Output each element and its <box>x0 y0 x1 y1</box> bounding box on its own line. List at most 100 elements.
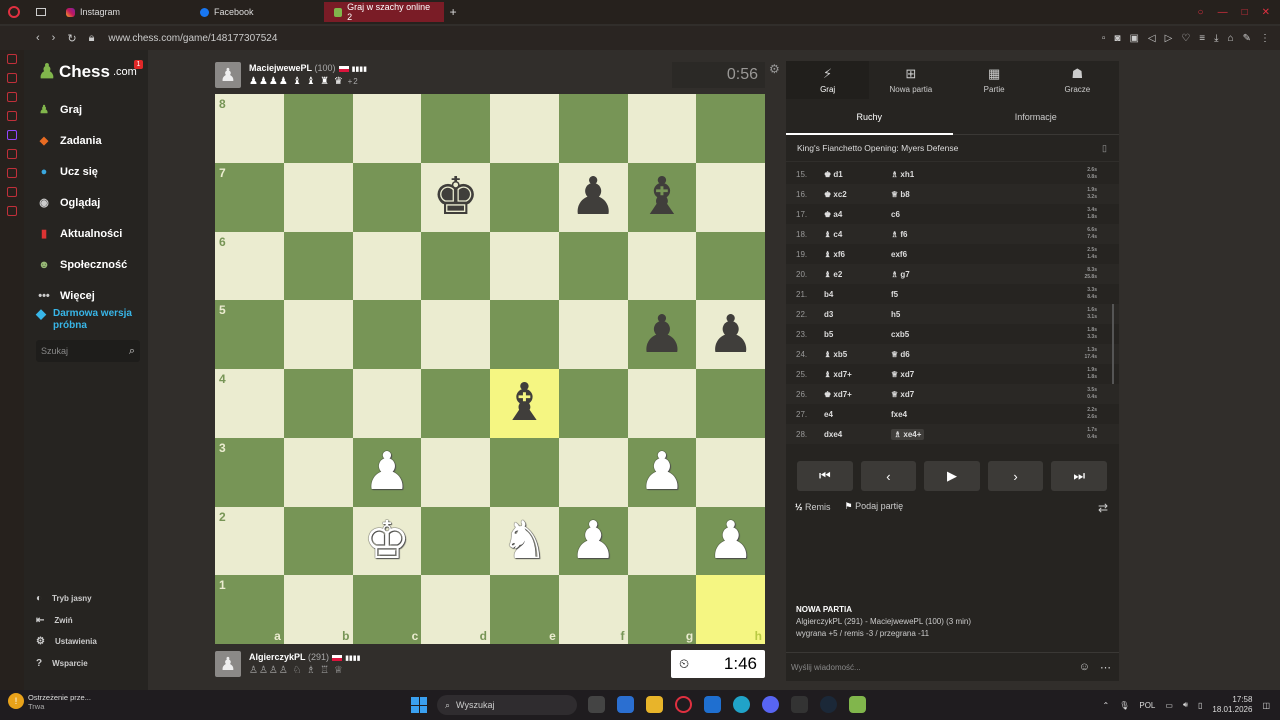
square-g6[interactable] <box>627 231 697 301</box>
square-f2[interactable]: ♟ <box>558 506 628 576</box>
language-indicator[interactable]: POL <box>1139 701 1155 710</box>
square-a2[interactable]: 2 <box>215 506 284 576</box>
square-f3[interactable] <box>558 437 628 507</box>
square-a4[interactable]: 4 <box>215 369 284 438</box>
white-move[interactable]: ♝ xf6 <box>824 250 891 259</box>
opera-icon[interactable] <box>8 6 20 18</box>
white-king-icon[interactable]: ♚ <box>364 515 411 567</box>
square-d3[interactable] <box>421 437 490 507</box>
black-bishop-icon[interactable]: ♝ <box>501 377 548 429</box>
square-e1[interactable]: e <box>490 575 559 644</box>
chess-board[interactable]: 8 7 ♚ ♟ ♝ 6 5 ♟ ♟ 4 ♝ 3 ♟ ♟ 2 ♚ ♞ ♟ ♟ 1 a b c d e f g h <box>215 94 765 644</box>
white-move[interactable]: ♝ e2 <box>824 270 891 279</box>
download-icon[interactable]: ⤓ <box>1214 33 1218 44</box>
white-move[interactable]: ♚ xd7+ <box>824 390 891 399</box>
tab-facebook[interactable]: Facebook <box>190 2 264 22</box>
white-move[interactable]: b4 <box>824 290 891 299</box>
square-h2[interactable]: ♟ <box>696 506 765 576</box>
tab-informacje[interactable]: Informacje <box>953 99 1120 134</box>
square-f4[interactable] <box>558 369 628 438</box>
edge-icon[interactable] <box>733 696 750 713</box>
emoji-icon[interactable]: ☺ <box>1079 661 1090 674</box>
chevron-up-icon[interactable]: ⌃ <box>1103 701 1110 710</box>
square-a6[interactable]: 6 <box>215 231 284 301</box>
tab-graj[interactable]: ⚡︎ Graj <box>786 61 870 99</box>
black-pawn-icon[interactable]: ♟ <box>639 309 686 361</box>
draw-button[interactable]: ½ Remis <box>795 502 831 512</box>
square-d8[interactable] <box>421 94 490 163</box>
avatar[interactable]: ♟ <box>215 651 241 677</box>
opera-sidebar-item-icon[interactable] <box>7 92 17 102</box>
new-tab-button[interactable]: + <box>450 5 457 19</box>
square-e4[interactable]: ♝ <box>490 369 559 438</box>
square-c8[interactable] <box>352 94 422 163</box>
outlook-icon[interactable] <box>704 696 721 713</box>
volume-icon[interactable]: 🔊︎ <box>1183 700 1188 710</box>
square-c2[interactable]: ♚ <box>352 506 422 576</box>
square-a7[interactable]: 7 <box>215 162 284 232</box>
black-move[interactable]: ♕ b8 <box>891 190 961 199</box>
top-player-name[interactable]: MaciejwewePL <box>249 63 312 73</box>
square-b6[interactable] <box>283 231 353 301</box>
opera-sidebar-item-icon[interactable] <box>7 168 17 178</box>
black-move[interactable]: ♗ f6 <box>891 230 961 239</box>
square-c3[interactable]: ♟ <box>352 437 422 507</box>
tab-ruchy[interactable]: Ruchy <box>786 99 953 135</box>
square-e7[interactable] <box>490 162 559 232</box>
black-move[interactable]: fxe4 <box>891 410 961 419</box>
white-knight-icon[interactable]: ♞ <box>501 515 548 567</box>
white-move[interactable]: ♚ d1 <box>824 170 891 179</box>
white-pawn-icon[interactable]: ♟ <box>639 446 686 498</box>
black-move[interactable]: c6 <box>891 210 961 219</box>
square-b5[interactable] <box>283 300 353 369</box>
square-g5[interactable]: ♟ <box>627 300 697 369</box>
microphone-icon[interactable]: 🎙︎ <box>1119 701 1129 710</box>
black-move[interactable]: ♕ xd7 <box>891 370 961 379</box>
move-list[interactable]: 15. ♚ d1 ♗ xh1 2.6s 0.8s 16. ♚ xc2 ♕ b8 1.9s 3.2s… <box>786 164 1119 450</box>
free-trial-promo[interactable]: ◆ Darmowa wersja próbna <box>36 307 133 332</box>
square-a3[interactable]: 3 <box>215 437 284 507</box>
opera-sidebar-item-icon[interactable] <box>7 206 17 216</box>
battery-icon[interactable]: ▯ <box>1198 701 1202 710</box>
square-d4[interactable] <box>421 369 490 438</box>
square-b4[interactable] <box>283 369 353 438</box>
menu-item-wiecej[interactable]: ••• Więcej <box>36 280 127 311</box>
black-pawn-icon[interactable]: ♟ <box>707 309 754 361</box>
snapshot-icon[interactable]: ⌂ <box>1228 33 1234 44</box>
square-d2[interactable] <box>421 506 490 576</box>
notifications-icon[interactable]: ◫ <box>1262 701 1270 710</box>
close-icon[interactable]: ✕ <box>1262 7 1270 18</box>
menu-item-ucz-sie[interactable]: ● Ucz się <box>36 156 127 187</box>
menu-item-ogladaj[interactable]: ◉ Oglądaj <box>36 187 127 218</box>
black-move[interactable]: exf6 <box>891 250 961 259</box>
search-icon[interactable]: ○ <box>1198 7 1204 18</box>
white-move[interactable]: ♝ xd7+ <box>824 370 891 379</box>
white-move[interactable]: ♚ a4 <box>824 210 891 219</box>
discord-icon[interactable] <box>762 696 779 713</box>
taskbar-search[interactable]: ⌕ Wyszukaj <box>437 695 577 715</box>
square-g3[interactable]: ♟ <box>627 437 697 507</box>
opera-gx-icon[interactable] <box>675 696 692 713</box>
square-g1[interactable]: g <box>627 575 697 644</box>
opera-sidebar-item-icon[interactable] <box>7 73 17 83</box>
white-move[interactable]: ♚ xc2 <box>824 190 891 199</box>
square-f7[interactable]: ♟ <box>558 162 628 232</box>
black-bishop-icon[interactable]: ♝ <box>639 171 686 223</box>
square-c4[interactable] <box>352 369 422 438</box>
black-move[interactable]: f5 <box>891 290 961 299</box>
square-h1[interactable]: h <box>696 575 765 644</box>
black-move[interactable]: ♗ g7 <box>891 270 961 279</box>
ai-icon[interactable]: ✎ <box>1243 33 1251 44</box>
square-h6[interactable] <box>696 231 765 301</box>
tab-nowa-partia[interactable]: ⊞ Nowa partia <box>869 61 952 99</box>
square-g4[interactable] <box>627 369 697 438</box>
play-icon[interactable]: ▷ <box>1165 33 1173 44</box>
menu-item-help[interactable]: ? Wsparcie <box>36 653 97 675</box>
white-pawn-icon[interactable]: ♟ <box>707 515 754 567</box>
minimize-icon[interactable]: — <box>1218 7 1228 18</box>
flow-icon[interactable]: ◁ <box>1148 33 1156 44</box>
menu-item-zadania[interactable]: ◆ Zadania <box>36 125 127 156</box>
menu-item-graj[interactable]: ♟ Graj <box>36 94 127 125</box>
last-move-button[interactable]: ⏭ <box>1051 461 1107 491</box>
bookmark-icon[interactable]: ▯ <box>1102 143 1107 154</box>
